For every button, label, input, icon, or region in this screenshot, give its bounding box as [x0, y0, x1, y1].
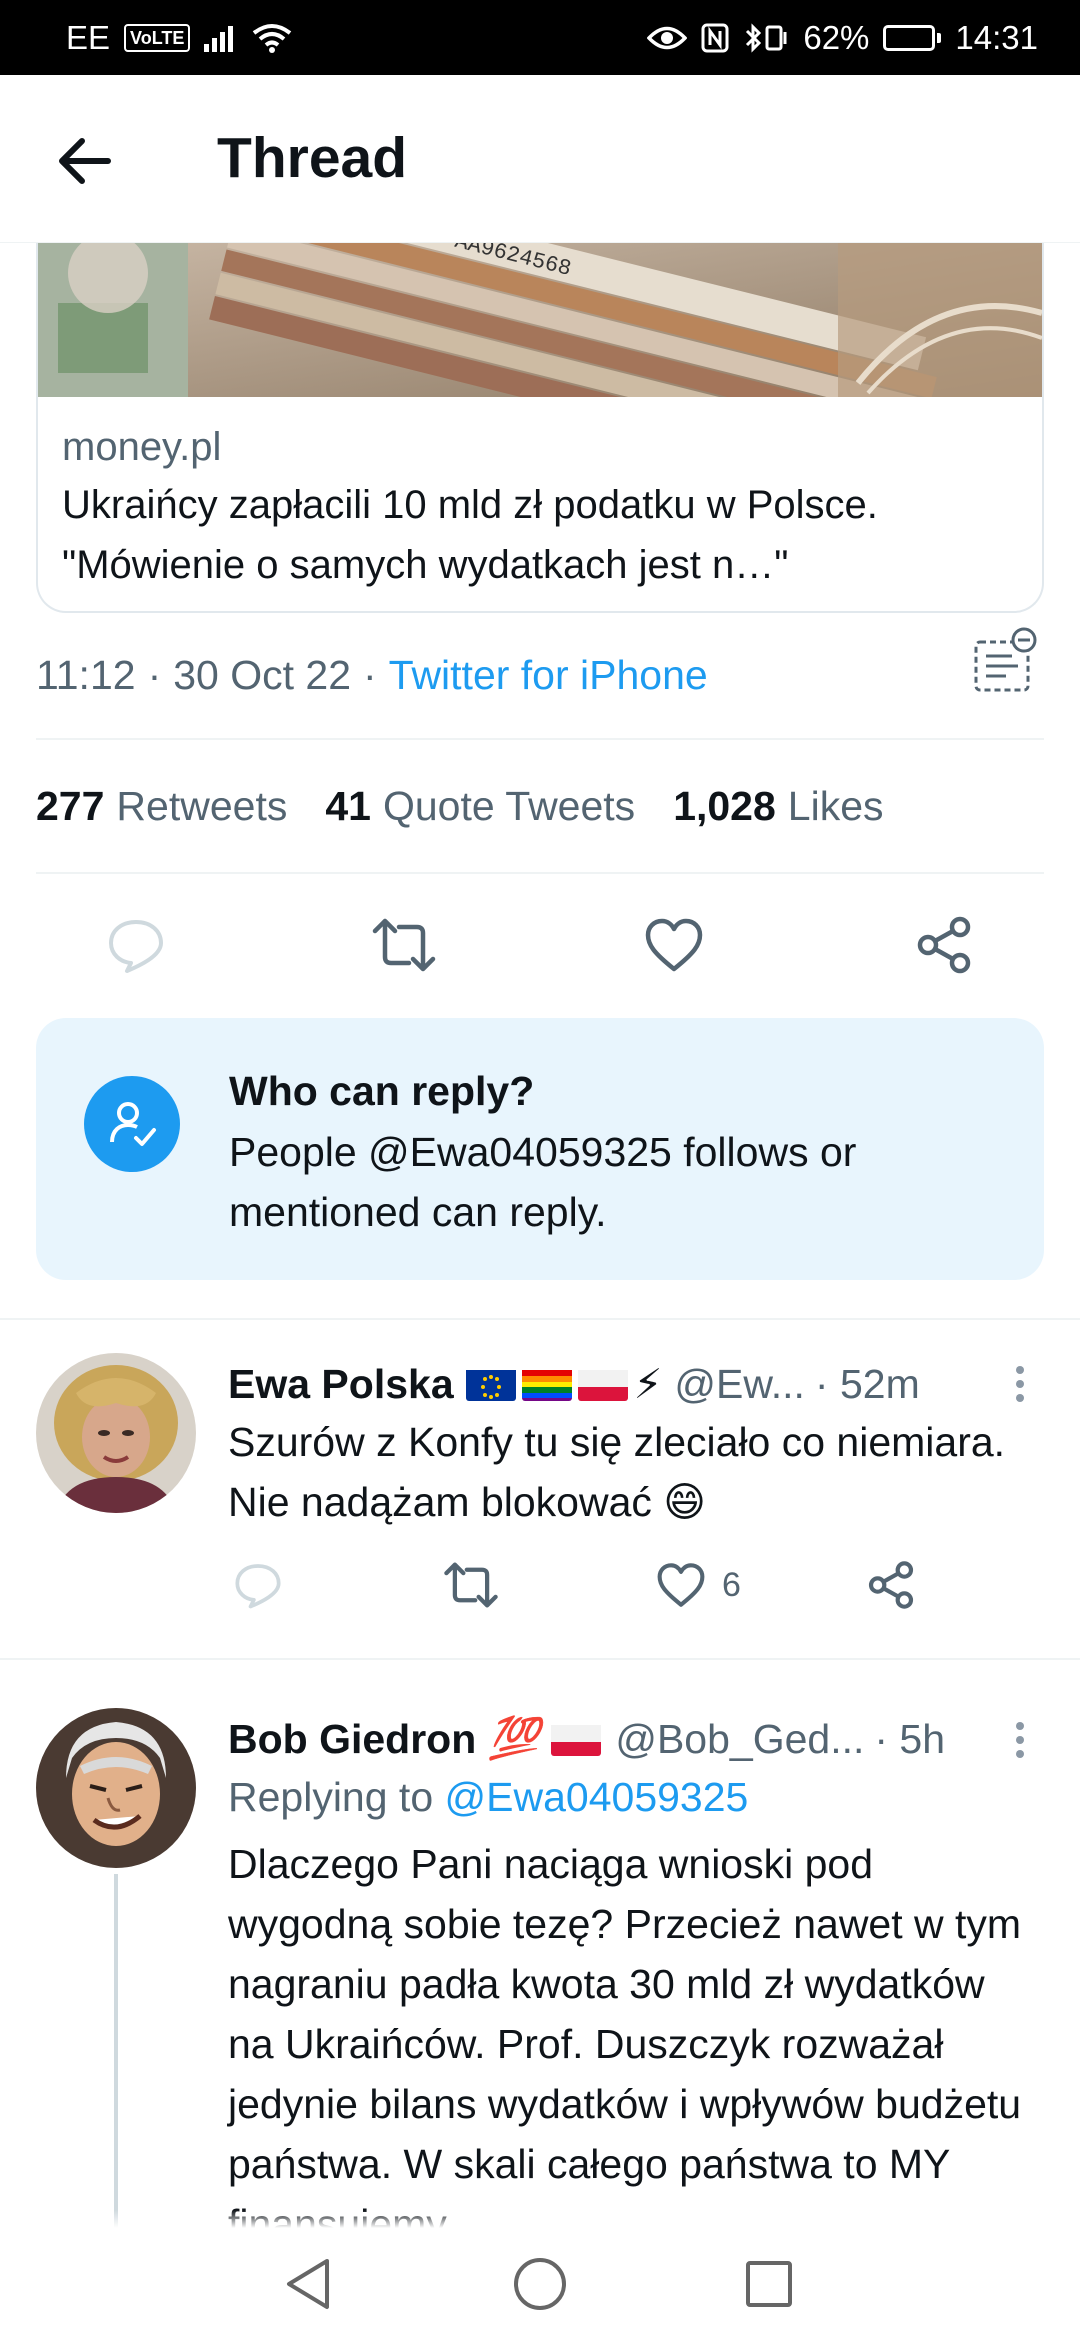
retweet-button[interactable]	[364, 905, 444, 985]
avatar[interactable]	[36, 1353, 196, 1513]
card-text: money.pl Ukraińcy zapłacili 10 mld zł po…	[62, 423, 1018, 595]
likes-stat[interactable]: 1,028 Likes	[673, 783, 883, 830]
who-can-reply-box: Who can reply? People @Ewa04059325 follo…	[36, 1018, 1044, 1280]
circle-home-icon	[514, 2258, 566, 2310]
tweet-time: 11:12	[36, 652, 136, 698]
back-arrow-icon	[59, 138, 111, 184]
card-title: Ukraińcy zapłacili 10 mld zł podatku w P…	[62, 483, 878, 587]
rainbow-flag-icon	[521, 1367, 572, 1401]
retweets-label: Retweets	[116, 783, 288, 829]
square-recents-icon	[746, 2261, 792, 2307]
author-name[interactable]: Bob Giedron	[228, 1716, 476, 1763]
reply-icon	[109, 920, 163, 973]
author-handle[interactable]: @Ew...	[674, 1361, 805, 1408]
eu-flag-icon	[465, 1367, 516, 1401]
share-button[interactable]	[866, 1550, 916, 1620]
meta-separator: ·	[147, 652, 162, 698]
meta-separator: ·	[363, 652, 377, 698]
replying-to-label: Replying to	[228, 1774, 434, 1820]
back-button[interactable]	[48, 125, 120, 197]
replying-to: Replying to @Ewa04059325	[228, 1774, 748, 1821]
heart-icon	[645, 918, 703, 972]
scroll-fade	[0, 2210, 1080, 2228]
like-count: 6	[722, 1565, 741, 1604]
author-name[interactable]: Ewa Polska	[228, 1361, 454, 1408]
tweet-header: Ewa Polska ⚡ @Ew... · 52m	[228, 1360, 920, 1408]
card-domain: money.pl	[62, 425, 222, 469]
wifi-icon	[252, 23, 292, 53]
page-title: Thread	[217, 126, 408, 190]
who-can-reply-heading: Who can reply?	[229, 1068, 535, 1114]
tweet-age: · 52m	[814, 1360, 920, 1407]
app-header: Thread	[0, 75, 1080, 243]
share-icon	[917, 916, 971, 974]
heart-icon	[657, 1563, 705, 1607]
quote-tweets-stat[interactable]: 41 Quote Tweets	[325, 783, 635, 830]
carrier-label: EE	[66, 18, 111, 56]
tweet-header: Bob Giedron 💯 @Bob_Ged... · 5h	[228, 1715, 945, 1763]
reply-button[interactable]	[96, 905, 176, 985]
hundred-points-emoji: 💯	[488, 1715, 540, 1761]
retweets-stat[interactable]: 277 Retweets	[36, 783, 287, 830]
reply-icon	[235, 1564, 281, 1609]
quotes-count: 41	[325, 783, 371, 829]
reply-tweet[interactable]: Bob Giedron 💯 @Bob_Ged... · 5h Replying …	[0, 1660, 1080, 2247]
tweet-text: Szurów z Konfy tu się zleciało co niemia…	[228, 1419, 1006, 1525]
banknotes-image: AA9624568	[38, 243, 1042, 397]
status-bar: EE VoLTE 62% 14:31	[0, 0, 1080, 75]
retweet-icon	[444, 1562, 498, 1608]
retweets-count: 277	[36, 783, 105, 829]
reply-permission-icon	[84, 1076, 180, 1172]
share-button[interactable]	[904, 905, 984, 985]
tweet-date: 30 Oct 22	[173, 652, 351, 698]
link-preview-card[interactable]: AA9624568 money.pl Ukraińcy zapłacili 10…	[36, 243, 1044, 613]
share-icon	[868, 1561, 914, 1609]
signal-icon	[204, 24, 238, 52]
poland-flag-icon	[551, 1722, 602, 1756]
tweet-action-bar	[0, 905, 1080, 985]
nav-recents-button[interactable]	[733, 2248, 805, 2320]
like-button[interactable]	[634, 905, 714, 985]
status-left: EE VoLTE	[66, 19, 292, 57]
author-handle[interactable]: @Bob_Ged...	[615, 1716, 864, 1763]
lightning-emoji: ⚡	[633, 1361, 663, 1407]
poland-flag-icon	[577, 1367, 628, 1401]
likes-count: 1,028	[673, 783, 776, 829]
bluetooth-vibrate-icon	[743, 22, 789, 53]
battery-percent: 62%	[803, 18, 870, 56]
tweet-source-link[interactable]: Twitter for iPhone	[389, 652, 708, 699]
thread-connector-line	[114, 1874, 118, 2230]
nfc-icon	[701, 23, 729, 53]
reply-button[interactable]	[234, 1550, 282, 1620]
nav-back-button[interactable]	[272, 2248, 344, 2320]
tweet-text: Dlaczego Pani naciąga wnioski pod wygodn…	[228, 1841, 1022, 2247]
tweet-meta: 11:12 · 30 Oct 22 · Twitter for iPhone	[36, 652, 708, 699]
clock: 14:31	[955, 18, 1038, 56]
quotes-label: Quote Tweets	[382, 783, 636, 829]
divider	[36, 738, 1044, 740]
battery-icon	[883, 24, 942, 51]
triangle-back-icon	[287, 2259, 329, 2309]
like-button[interactable]: 6	[656, 1550, 741, 1620]
who-can-reply-body: People @Ewa04059325 follows or mentioned…	[229, 1129, 857, 1235]
retweet-icon	[372, 918, 436, 972]
engagement-stats: 277 Retweets 41 Quote Tweets 1,028 Likes	[36, 783, 884, 830]
nav-home-button[interactable]	[504, 2248, 576, 2320]
avatar[interactable]	[36, 1708, 196, 1868]
replying-to-mention[interactable]: @Ewa04059325	[445, 1774, 749, 1820]
translate-icon[interactable]	[972, 626, 1040, 694]
more-options-button[interactable]	[1000, 1710, 1040, 1770]
eye-icon	[647, 25, 688, 51]
likes-label: Likes	[787, 783, 884, 829]
more-options-button[interactable]	[1000, 1354, 1040, 1414]
divider	[36, 872, 1044, 874]
tweet-actions: 6	[0, 1550, 1080, 1620]
volte-badge: VoLTE	[124, 23, 191, 52]
status-right: 62% 14:31	[647, 19, 1038, 57]
reply-tweet[interactable]: Ewa Polska ⚡ @Ew... · 52m Szurów z Konfy…	[0, 1320, 1080, 1658]
tweet-age: · 5h	[874, 1715, 946, 1762]
system-navigation-bar	[0, 2228, 1080, 2340]
retweet-button[interactable]	[443, 1550, 499, 1620]
